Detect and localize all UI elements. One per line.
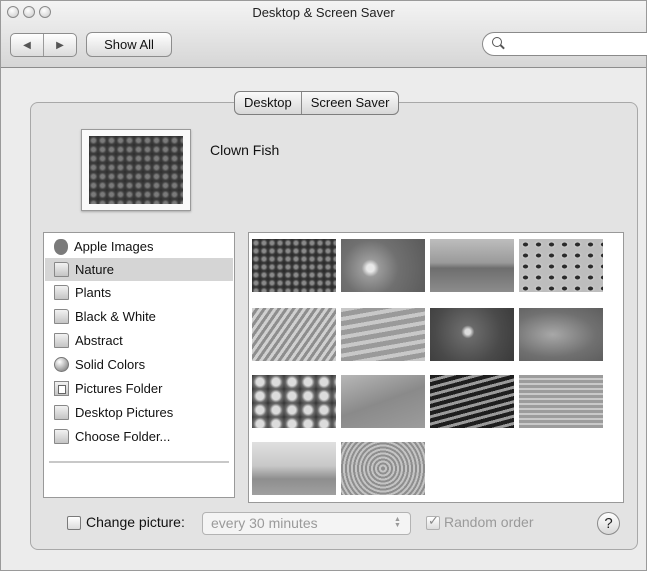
checkmark-icon: ✓	[428, 513, 439, 528]
pictures-folder-icon	[54, 381, 69, 396]
sidebar-item-label: Solid Colors	[75, 357, 146, 372]
forward-button[interactable]: ▶	[43, 34, 76, 56]
sidebar-item-label: Choose Folder...	[75, 429, 171, 444]
folder-icon	[54, 429, 69, 444]
thumbnail[interactable]	[430, 375, 514, 428]
thumbnail[interactable]	[519, 375, 603, 428]
folder-icon	[54, 285, 69, 300]
thumbnail[interactable]	[341, 442, 425, 495]
sidebar-item-plants[interactable]: Plants	[45, 281, 233, 304]
thumbnail[interactable]	[341, 308, 425, 361]
sidebar-item-abstract[interactable]: Abstract	[45, 329, 233, 352]
preview-name: Clown Fish	[210, 142, 280, 158]
folder-icon	[54, 333, 69, 348]
thumbnail[interactable]	[430, 239, 514, 292]
preview-image	[89, 136, 183, 204]
sidebar-item-black-white[interactable]: Black & White	[45, 305, 233, 328]
toolbar: Desktop & Screen Saver ◀ ▶ Show All	[1, 1, 647, 68]
search-input[interactable]	[482, 32, 647, 56]
back-button[interactable]: ◀	[11, 34, 43, 56]
sidebar-item-label: Apple Images	[74, 239, 154, 254]
picture-source-list: Apple Images Nature Plants Black & White…	[43, 232, 235, 498]
back-arrow-icon: ◀	[23, 39, 31, 51]
back-forward-control: ◀ ▶	[10, 33, 77, 57]
thumbnail[interactable]	[252, 308, 336, 361]
sidebar-item-desktop-pictures[interactable]: Desktop Pictures	[45, 401, 233, 424]
thumbnail[interactable]	[252, 442, 336, 495]
tab-selector: Desktop Screen Saver	[234, 91, 400, 115]
sidebar-item-solid-colors[interactable]: Solid Colors	[45, 353, 233, 376]
select-arrows-icon: ▲ ▼	[394, 516, 401, 529]
list-divider	[49, 461, 229, 463]
preferences-window: Desktop & Screen Saver ◀ ▶ Show All Desk…	[0, 0, 647, 571]
tab-screen-saver[interactable]: Screen Saver	[300, 92, 399, 114]
interval-select[interactable]: every 30 minutes ▲ ▼	[202, 512, 411, 535]
thumbnail[interactable]	[252, 239, 336, 292]
thumbnail[interactable]	[341, 239, 425, 292]
change-picture-checkbox[interactable]	[67, 516, 81, 530]
thumbnail[interactable]	[519, 308, 603, 361]
folder-icon	[54, 262, 69, 277]
sidebar-item-label: Plants	[75, 285, 112, 300]
sidebar-item-label: Nature	[75, 262, 115, 277]
apple-icon	[54, 238, 68, 255]
folder-icon	[54, 405, 69, 420]
window-title: Desktop & Screen Saver	[252, 5, 395, 20]
random-order-label: Random order	[444, 514, 534, 530]
thumbnail[interactable]	[519, 239, 603, 292]
show-all-button[interactable]: Show All	[86, 32, 172, 57]
desktop-preview[interactable]	[81, 129, 191, 211]
sidebar-item-label: Abstract	[75, 333, 123, 348]
forward-arrow-icon: ▶	[56, 39, 64, 51]
help-button[interactable]: ?	[597, 512, 620, 535]
sidebar-item-apple-images[interactable]: Apple Images	[45, 235, 233, 258]
thumbnail[interactable]	[252, 375, 336, 428]
thumbnail-grid	[248, 232, 624, 503]
sidebar-item-label: Pictures Folder	[75, 381, 163, 396]
folder-icon	[54, 309, 69, 324]
thumbnail[interactable]	[430, 308, 514, 361]
sidebar-item-pictures-folder[interactable]: Pictures Folder	[45, 377, 233, 400]
thumbnail[interactable]	[341, 375, 425, 428]
interval-value: every 30 minutes	[211, 515, 318, 531]
search-icon	[492, 37, 502, 47]
sidebar-item-label: Desktop Pictures	[75, 405, 174, 420]
globe-icon	[54, 357, 69, 372]
sidebar-item-nature[interactable]: Nature	[45, 258, 233, 281]
tab-desktop[interactable]: Desktop	[235, 92, 301, 114]
change-picture-label: Change picture:	[86, 514, 185, 530]
sidebar-item-choose-folder[interactable]: Choose Folder...	[45, 425, 233, 448]
sidebar-item-label: Black & White	[75, 309, 156, 324]
random-order-checkbox[interactable]: ✓	[426, 513, 440, 530]
